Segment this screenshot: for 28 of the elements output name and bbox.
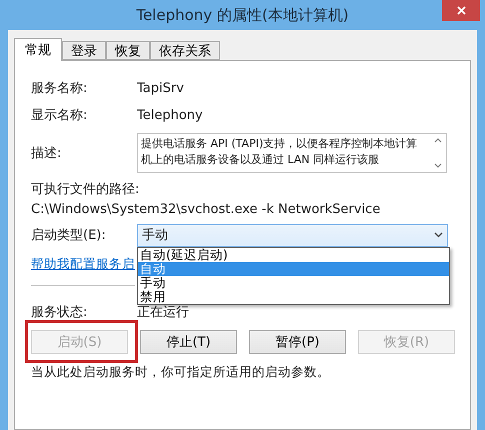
dropdown-option[interactable]: 禁用 [138,290,449,304]
field-label: 描述: [31,145,62,162]
field-value: TapiSrv [137,80,184,96]
service-button[interactable]: 暂停(P) [249,330,346,354]
caret-icon [434,232,443,238]
tab[interactable]: 登录 [62,41,106,60]
close-icon [456,6,466,15]
field-value: Telephony [137,108,203,122]
field-label: 启动类型(E): [31,227,107,244]
service-button[interactable]: 停止(T) [140,330,237,354]
close-button[interactable] [442,0,480,21]
field-label: 显示名称: [31,107,88,124]
window-title: Telephony 的属性(本地计算机) [136,6,349,24]
dropdown-option[interactable]: 手动 [138,276,449,290]
tab[interactable]: 常规 [14,38,62,61]
scroll-down-icon[interactable] [434,163,442,168]
field-label: 服务状态: [31,304,88,321]
dropdown-option[interactable]: 自动(延迟启动) [138,248,449,262]
tab[interactable]: 依存关系 [150,41,220,60]
description-box[interactable]: 提供电话服务 API (TAPI)支持，以便各程序控制本地计算机上的电话服务设备以及通过 LAN 同样运行该服 [137,133,447,173]
status-value: 正在运行 [137,304,189,321]
hint-text: 当从此处启动服务时，你可指定所适用的启动参数。 [31,364,331,381]
help-link[interactable]: 帮助我配置服务启 [31,256,135,272]
field-label: 服务名称: [31,80,88,97]
field-label: 可执行文件的路径: [31,181,140,198]
tab[interactable]: 恢复 [106,41,150,60]
path-value: C:\Windows\System32\svchost.exe -k NetworkService [31,202,380,216]
scroll-up-icon[interactable] [434,138,442,143]
